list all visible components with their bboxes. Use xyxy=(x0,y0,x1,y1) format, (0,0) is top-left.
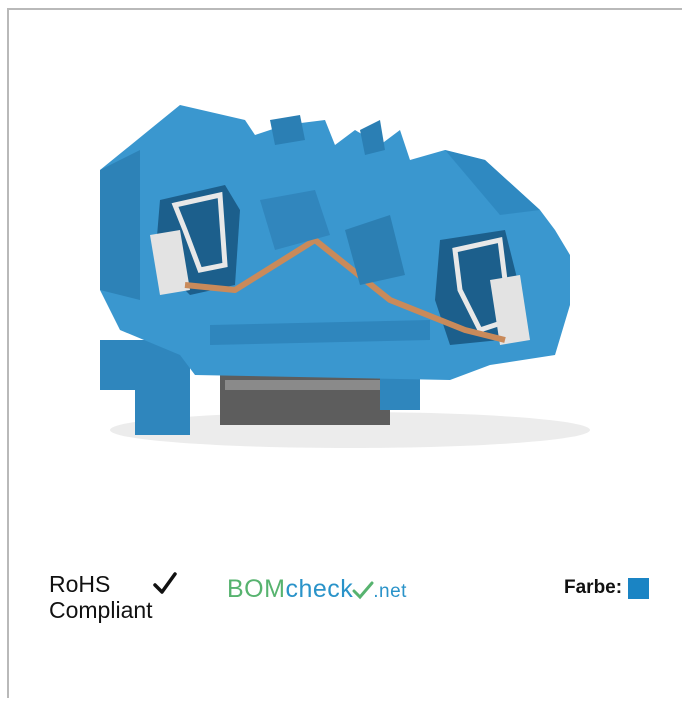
rohs-label: RoHS xyxy=(49,571,111,597)
terminal-block-product-image xyxy=(100,105,590,448)
frame-border-left xyxy=(7,8,9,698)
checkmark-icon xyxy=(153,572,177,594)
compliant-label: Compliant xyxy=(49,597,153,623)
color-swatch xyxy=(628,577,650,599)
frame-border-top xyxy=(7,8,682,10)
mounting-foot-left xyxy=(100,340,190,435)
bomcheck-tick-icon xyxy=(352,581,374,600)
bomcheck-logo-check: check xyxy=(285,575,354,603)
bomcheck-logo-net: .net xyxy=(373,581,407,602)
bomcheck-logo-bom: BOM xyxy=(227,575,286,603)
rohs-compliant-badge: RoHS Compliant xyxy=(49,571,177,623)
color-label: Farbe: xyxy=(564,577,623,598)
color-indicator: Farbe: xyxy=(564,577,650,599)
bomcheck-logo: BOMcheck .net xyxy=(227,575,407,604)
